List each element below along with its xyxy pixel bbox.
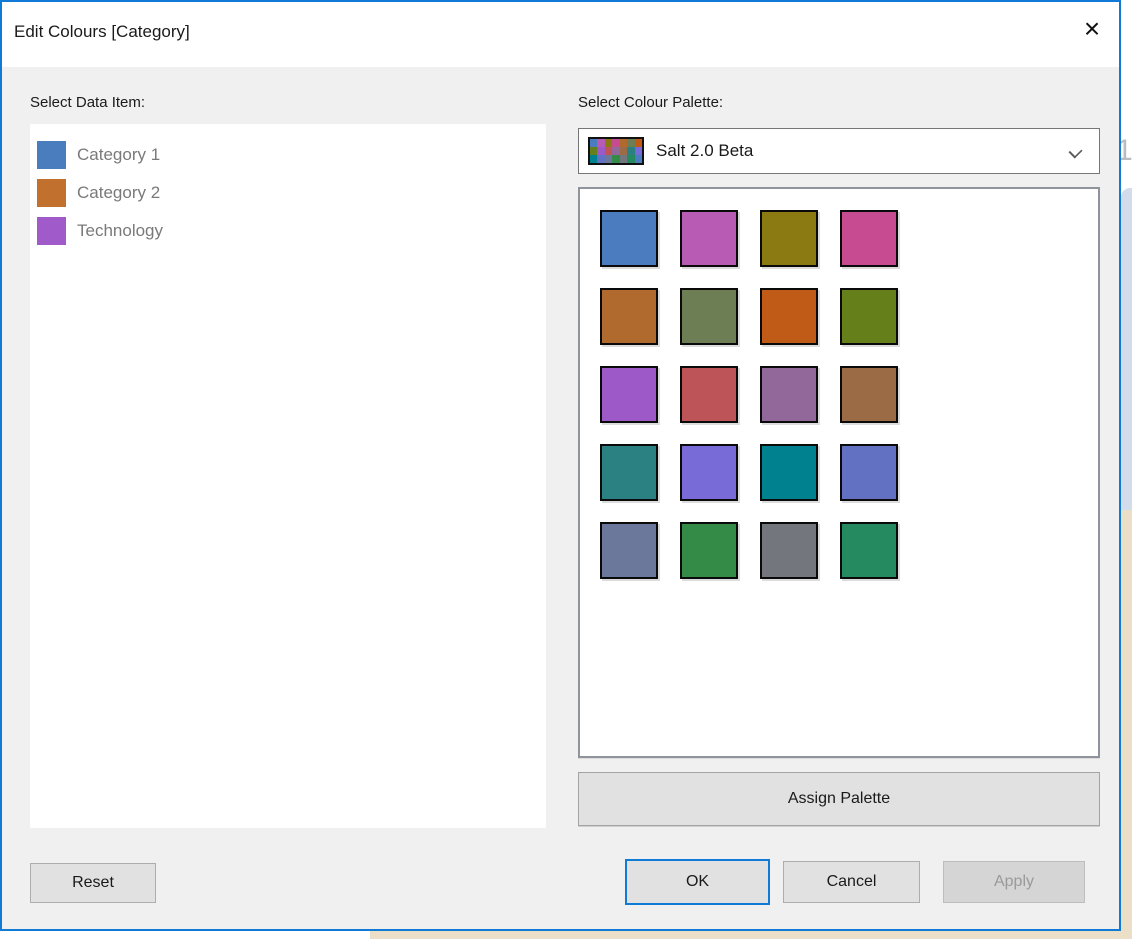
palette-preview-cell (597, 155, 604, 163)
palette-preview-cell (597, 139, 604, 147)
palette-swatch[interactable] (840, 522, 898, 579)
palette-swatch[interactable] (680, 288, 738, 345)
palette-swatch[interactable] (680, 444, 738, 501)
palette-swatch[interactable] (600, 366, 658, 423)
data-item-colour-swatch (37, 179, 66, 207)
apply-button: Apply (943, 861, 1085, 903)
palette-dropdown-value: Salt 2.0 Beta (656, 141, 753, 161)
palette-swatch[interactable] (600, 444, 658, 501)
palette-swatch[interactable] (600, 288, 658, 345)
palette-swatch[interactable] (600, 210, 658, 267)
chevron-down-icon (1070, 146, 1081, 157)
data-item-label: Category 1 (77, 145, 160, 165)
data-item-list: Category 1 Category 2 Technology (30, 124, 546, 828)
palette-swatch[interactable] (840, 444, 898, 501)
palette-preview-cell (620, 139, 627, 147)
assign-palette-button[interactable]: Assign Palette (578, 772, 1100, 826)
palette-preview-cell (605, 147, 612, 155)
select-data-item-label: Select Data Item: (30, 94, 145, 111)
palette-swatch[interactable] (760, 366, 818, 423)
palette-swatch-grid (580, 189, 1098, 579)
palette-preview-cell (590, 147, 597, 155)
screen: 1 Edit Colours [Category] × Select Data … (0, 0, 1132, 939)
edit-colours-dialog: Edit Colours [Category] × Select Data It… (0, 0, 1121, 931)
data-item-label: Technology (77, 221, 163, 241)
palette-swatch[interactable] (760, 522, 818, 579)
palette-swatch[interactable] (760, 288, 818, 345)
data-item-row[interactable]: Technology (30, 212, 546, 250)
palette-preview-cell (597, 147, 604, 155)
palette-preview-cell (627, 139, 634, 147)
palette-preview-cell (605, 139, 612, 147)
palette-dropdown[interactable]: Salt 2.0 Beta (578, 128, 1100, 174)
select-colour-palette-label: Select Colour Palette: (578, 94, 723, 111)
palette-preview-cell (635, 147, 642, 155)
background-strip-blue-gray (1121, 188, 1132, 510)
close-icon[interactable]: × (1077, 14, 1107, 44)
palette-preview-cell (612, 139, 619, 147)
palette-preview-cell (612, 147, 619, 155)
palette-swatch[interactable] (840, 288, 898, 345)
dialog-titlebar: Edit Colours [Category] × (2, 2, 1119, 67)
palette-preview-cell (620, 155, 627, 163)
palette-swatch-panel (578, 187, 1100, 758)
palette-swatch[interactable] (600, 522, 658, 579)
palette-swatch[interactable] (840, 366, 898, 423)
palette-preview-cell (590, 155, 597, 163)
palette-preview-cell (635, 139, 642, 147)
palette-preview-cell (605, 155, 612, 163)
palette-preview-cell (627, 155, 634, 163)
data-item-row[interactable]: Category 2 (30, 174, 546, 212)
palette-preview-cell (627, 147, 634, 155)
background-strip-beige (1121, 510, 1132, 939)
palette-swatch[interactable] (680, 522, 738, 579)
palette-swatch[interactable] (680, 366, 738, 423)
data-item-label: Category 2 (77, 183, 160, 203)
palette-preview-cell (590, 139, 597, 147)
data-item-colour-swatch (37, 217, 66, 245)
palette-swatch[interactable] (680, 210, 738, 267)
data-item-colour-swatch (37, 141, 66, 169)
data-item-row[interactable]: Category 1 (30, 136, 546, 174)
background-bottom-beige (370, 931, 1132, 939)
reset-button[interactable]: Reset (30, 863, 156, 903)
palette-swatch[interactable] (760, 210, 818, 267)
dialog-title: Edit Colours [Category] (14, 22, 190, 42)
ok-button[interactable]: OK (625, 859, 770, 905)
palette-preview-cell (635, 155, 642, 163)
palette-swatch[interactable] (760, 444, 818, 501)
palette-preview-cell (612, 155, 619, 163)
cancel-button[interactable]: Cancel (783, 861, 920, 903)
palette-preview-cell (620, 147, 627, 155)
palette-preview-icon (588, 137, 644, 165)
palette-swatch[interactable] (840, 210, 898, 267)
